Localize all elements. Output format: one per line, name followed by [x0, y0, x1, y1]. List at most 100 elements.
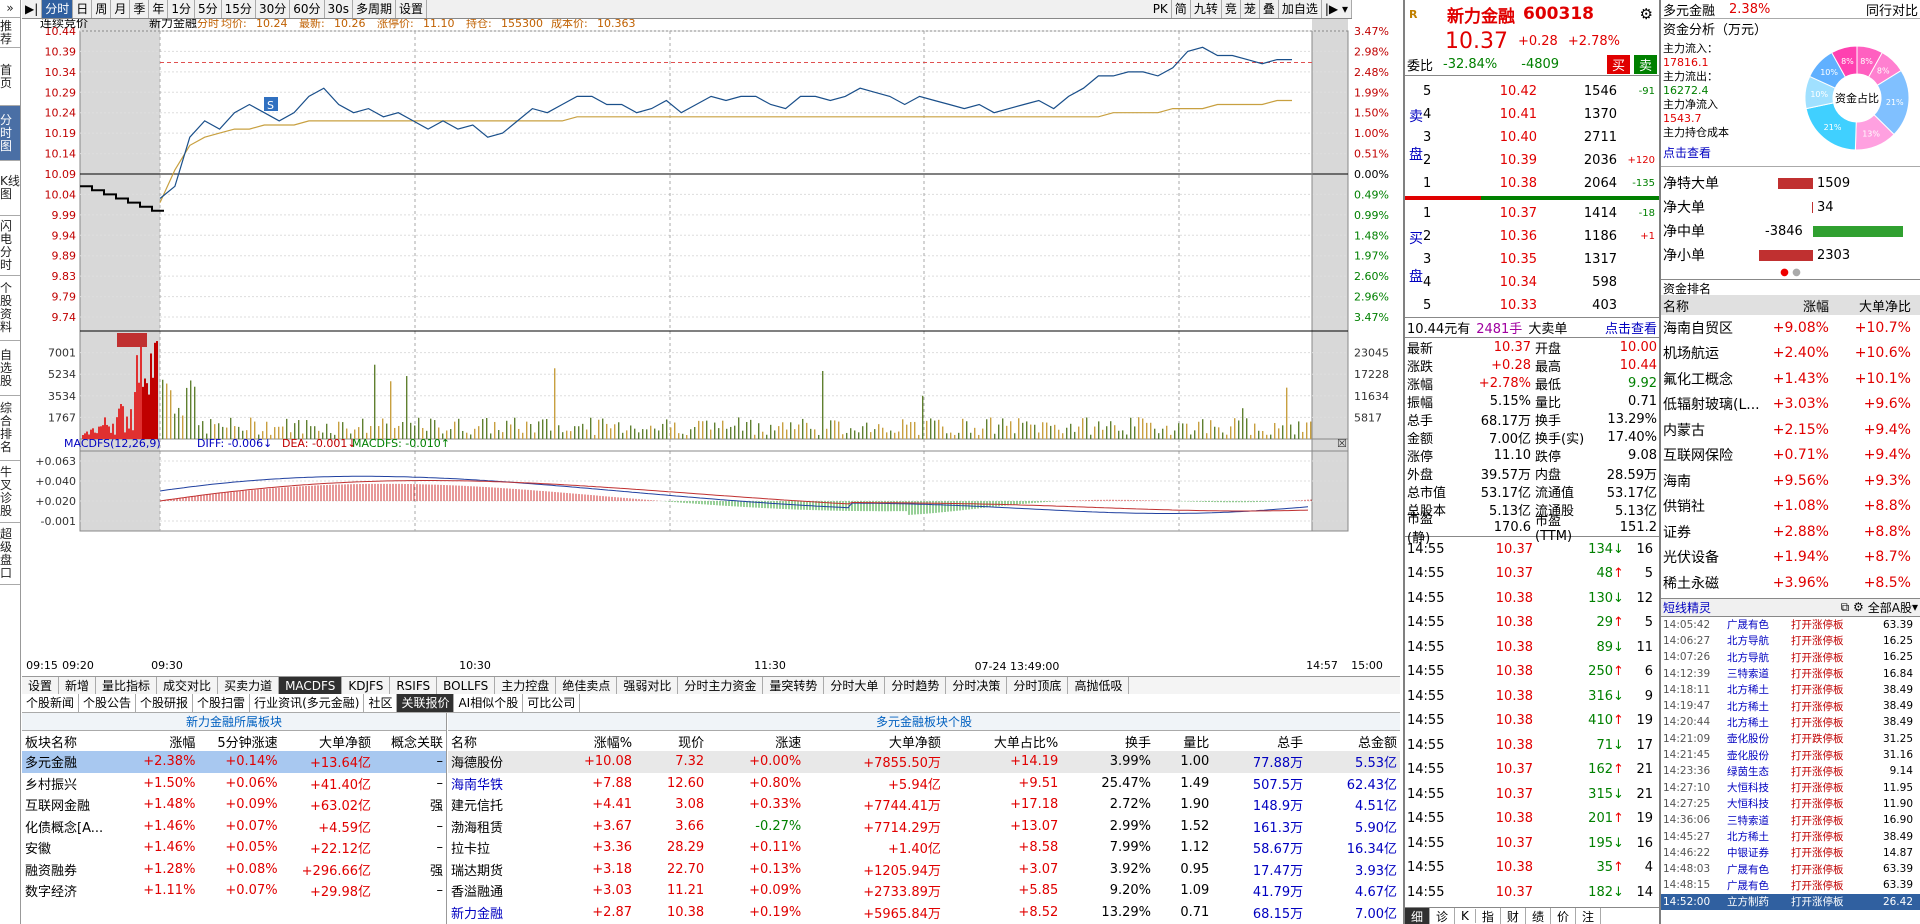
intraday-chart[interactable]: 10.44 3.47%10.39 2.98%10.34 2.48%10.29 1.99%…	[22, 19, 1400, 679]
indicator-tab[interactable]: 绝佳卖点	[556, 677, 618, 695]
period-tab[interactable]: 分时	[42, 0, 74, 18]
rank-row[interactable]: 稀土永磁 +3.96% +8.5%	[1661, 570, 1920, 596]
elf-row[interactable]: 14:07:26 北方导航 打开涨停板 16.25	[1661, 649, 1920, 665]
stocks-col-header[interactable]: 大单占比%	[944, 731, 1061, 751]
indicator-tab[interactable]: 量突转势	[763, 677, 825, 695]
quote-bottom-tab[interactable]: 指	[1476, 907, 1501, 924]
info-tab[interactable]: 行业资讯(多元金融)	[250, 694, 365, 712]
rank-col-header[interactable]: 名称	[1661, 296, 1765, 315]
rank-row[interactable]: 机场航运 +2.40% +10.6%	[1661, 341, 1920, 367]
elf-row[interactable]: 14:52:00 立方制药 打开涨停板 26.42	[1661, 893, 1920, 910]
quote-bottom-tab[interactable]: K	[1455, 909, 1476, 923]
indicator-tab[interactable]: 分时决策	[946, 677, 1008, 695]
indicator-tab[interactable]: 分时趋势	[885, 677, 947, 695]
elf-market-select[interactable]: 全部A股	[1868, 599, 1912, 616]
period-tab[interactable]: 季	[130, 0, 150, 18]
indicator-tab[interactable]: 分时主力资金	[678, 677, 764, 695]
stocks-col-header[interactable]: 总手	[1212, 731, 1306, 751]
rank-col-header[interactable]: 涨幅	[1765, 296, 1829, 315]
rank-row[interactable]: 氟化工概念 +1.43% +10.1%	[1661, 366, 1920, 392]
period-tab[interactable]: 多周期	[353, 0, 397, 18]
indicator-tab[interactable]: MACDFS	[279, 677, 343, 695]
tool-tab[interactable]: 竞	[1222, 0, 1241, 18]
elf-row[interactable]: 14:23:36 绿茵生态 打开涨停板 9.14	[1661, 763, 1920, 779]
period-tab[interactable]: 30分	[256, 0, 291, 18]
book-row[interactable]: 2 10.36 1186 +1	[1421, 225, 1657, 247]
book-row[interactable]: 4 10.41 1370	[1421, 103, 1657, 125]
info-tab[interactable]: 个股扫雷	[193, 694, 251, 712]
table-row[interactable]: 多元金融 +2.38% +0.14% +13.64亿 –	[22, 751, 446, 773]
period-tab[interactable]: 设置	[396, 0, 428, 18]
table-row[interactable]: 香溢融通 +3.03 11.21 +0.09% +2733.89万 +5.85 9.20% 1…	[448, 880, 1400, 902]
table-row[interactable]: 乡村振兴 +1.50% +0.06% +41.40亿 –	[22, 773, 446, 795]
table-row[interactable]: 数字经济 +1.11% +0.07% +29.98亿 –	[22, 880, 446, 902]
period-tab[interactable]: 30s	[325, 0, 354, 18]
nav-profile[interactable]: 个股资料	[0, 276, 20, 341]
tool-tab[interactable]: 加自选	[1279, 0, 1322, 18]
elf-row[interactable]: 14:19:47 北方稀土 打开涨停板 38.49	[1661, 698, 1920, 714]
elf-row[interactable]: 14:05:42 广晟有色 打开涨停板 63.39	[1661, 617, 1920, 633]
indicator-tab[interactable]: 买卖力道	[218, 677, 280, 695]
book-row[interactable]: 3 10.35 1317	[1421, 248, 1657, 270]
nav-ranking[interactable]: 综合排名	[0, 396, 20, 461]
nav-recommend[interactable]: 推荐	[0, 18, 20, 48]
info-tab[interactable]: AI相似个股	[454, 694, 524, 712]
nav-home[interactable]: 首页	[0, 48, 20, 106]
indicator-tab[interactable]: 新增	[59, 677, 97, 695]
info-tab[interactable]: 个股公告	[79, 694, 137, 712]
stocks-col-header[interactable]: 涨幅%	[545, 731, 635, 751]
buy-button[interactable]: 买	[1606, 55, 1630, 74]
sector-col-header[interactable]: 大单净额	[281, 731, 374, 751]
period-tab[interactable]: 月	[111, 0, 131, 18]
sector-col-header[interactable]: 概念关联	[374, 731, 446, 751]
nav-flash[interactable]: 闪电分时	[0, 216, 20, 276]
stocks-col-header[interactable]: 现价	[635, 731, 707, 751]
indicator-tab[interactable]: 分时大单	[824, 677, 886, 695]
period-tab[interactable]: 60分	[290, 0, 325, 18]
rank-row[interactable]: 证券 +2.88% +8.8%	[1661, 519, 1920, 545]
elf-settings-icon[interactable]: ⧉ ⚙	[1841, 600, 1864, 615]
stocks-col-header[interactable]: 名称	[448, 731, 545, 751]
peer-compare-link[interactable]: 同行对比	[1866, 0, 1918, 19]
tool-tab[interactable]: 叠	[1260, 0, 1279, 18]
table-row[interactable]: 建元信托 +4.41 3.08 +0.33% +7744.41万 +17.18 2.72% 1…	[448, 794, 1400, 816]
view-cost-link[interactable]: 点击查看	[1663, 144, 1711, 161]
elf-row[interactable]: 14:21:09 壶化股份 打开跌停板 31.25	[1661, 731, 1920, 747]
period-tab[interactable]: 5分	[195, 0, 222, 18]
indicator-tab[interactable]: 分时顶底	[1007, 677, 1069, 695]
nav-superpan[interactable]: 超级盘口	[0, 523, 20, 585]
period-tab[interactable]: 日	[73, 0, 93, 18]
book-row[interactable]: 3 10.40 2711	[1421, 126, 1657, 148]
tool-tab[interactable]: PK	[1150, 0, 1172, 18]
nav-intraday[interactable]: 分时图	[0, 106, 20, 161]
close-icon[interactable]: ☒	[1337, 437, 1347, 450]
tool-tab[interactable]: 简	[1172, 0, 1191, 18]
quote-bottom-tab[interactable]: 价	[1551, 907, 1576, 924]
gear-icon[interactable]: ⚙	[1640, 5, 1653, 23]
period-tab[interactable]: 周	[92, 0, 112, 18]
tool-tab[interactable]: 茏	[1241, 0, 1260, 18]
elf-row[interactable]: 14:27:25 大恒科技 打开涨停板 11.90	[1661, 796, 1920, 812]
info-tab[interactable]: 关联报价	[397, 694, 455, 712]
indicator-tab[interactable]: 主力控盘	[495, 677, 557, 695]
nav-arrow-icon[interactable]: »	[0, 0, 20, 18]
period-tab[interactable]: 15分	[222, 0, 256, 18]
indicator-tab[interactable]: 成交对比	[157, 677, 219, 695]
table-row[interactable]: 海南华铁 +7.88 12.60 +0.80% +5.94亿 +9.51 25.47% 1.4…	[448, 773, 1400, 795]
info-tab[interactable]: 个股研报	[136, 694, 194, 712]
table-row[interactable]: 融资融券 +1.28% +0.08% +296.66亿 强	[22, 859, 446, 881]
indicator-tab[interactable]: 设置	[22, 677, 60, 695]
indicator-tab[interactable]: 高抛低吸	[1068, 677, 1130, 695]
info-tab[interactable]: 社区	[364, 694, 398, 712]
sell-button[interactable]: 卖	[1633, 55, 1657, 74]
indicator-tab[interactable]: RSIFS	[390, 677, 438, 695]
table-row[interactable]: 化债概念[A... +1.46% +0.07% +4.59亿 –	[22, 816, 446, 838]
elf-row[interactable]: 14:20:44 北方稀土 打开涨停板 38.49	[1661, 714, 1920, 730]
book-row[interactable]: 2 10.39 2036 +120	[1421, 149, 1657, 171]
elf-row[interactable]: 14:48:03 广晟有色 打开涨停板 63.39	[1661, 861, 1920, 877]
elf-row[interactable]: 14:36:06 三特索道 打开涨停板 16.90	[1661, 812, 1920, 828]
nav-diagnose[interactable]: 牛叉诊股	[0, 461, 20, 523]
indicator-tab[interactable]: KDJFS	[342, 677, 391, 695]
table-row[interactable]: 海德股份 +10.08 7.32 +0.00% +7855.50万 +14.19 3.99%…	[448, 751, 1400, 773]
quote-bottom-tab[interactable]: 诊	[1430, 907, 1456, 924]
